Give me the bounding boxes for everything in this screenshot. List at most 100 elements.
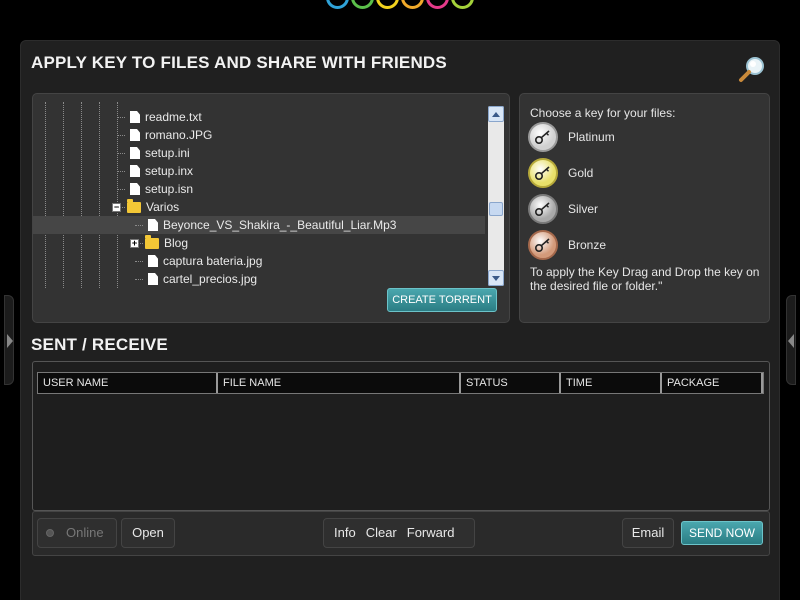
tree-file-row[interactable]: captura bateria.jpg	[33, 252, 485, 270]
file-icon	[130, 129, 140, 141]
tree-branch-line	[117, 153, 125, 154]
file-icon	[130, 111, 140, 123]
email-button[interactable]: Email	[622, 518, 674, 548]
send-now-button[interactable]: SEND NOW	[681, 521, 763, 545]
tree-branch-line	[135, 225, 143, 226]
key-label: Platinum	[568, 130, 615, 144]
tree-item-label: captura bateria.jpg	[163, 254, 263, 268]
tree-item-label: Beyonce_VS_Shakira_-_Beautiful_Liar.Mp3	[163, 218, 397, 232]
open-button[interactable]: Open	[121, 518, 175, 548]
column-user-name[interactable]: USER NAME	[38, 373, 218, 393]
tree-file-row[interactable]: setup.inx	[33, 162, 485, 180]
tree-item-label: setup.isn	[145, 182, 194, 196]
file-icon	[148, 255, 158, 267]
tree-branch-line	[117, 117, 125, 118]
arrow-down-icon	[492, 275, 500, 281]
key-label: Silver	[568, 202, 599, 216]
tree-branch-line	[117, 207, 125, 208]
arrow-right-icon	[788, 334, 794, 348]
logo-ring-icon	[401, 0, 424, 9]
actions-bar: Online Open Info Clear Forward Email SEN…	[32, 511, 770, 556]
arrow-up-icon	[492, 111, 500, 117]
create-torrent-button[interactable]: CREATE TORRENT	[387, 288, 497, 312]
scroll-down-button[interactable]	[488, 270, 504, 286]
key-silver[interactable]: Silver	[528, 194, 728, 224]
key-icon	[528, 230, 558, 260]
main-panel: APPLY KEY TO FILES AND SHARE WITH FRIEND…	[20, 40, 780, 600]
key-platinum[interactable]: Platinum	[528, 122, 728, 152]
file-icon	[130, 165, 140, 177]
tree-folder-row[interactable]: + Blog	[33, 234, 485, 252]
logo-ring-icon	[326, 0, 349, 9]
tree-item-label: setup.ini	[145, 146, 190, 160]
clear-button[interactable]: Clear	[361, 519, 402, 547]
tree-branch-line	[135, 279, 143, 280]
scroll-thumb[interactable]	[489, 202, 503, 216]
tree-folder-row[interactable]: − Varios	[33, 198, 485, 216]
column-status[interactable]: STATUS	[461, 373, 561, 393]
app-logo	[326, 0, 474, 9]
key-label: Gold	[568, 166, 594, 180]
tree-scrollbar[interactable]	[488, 106, 504, 286]
tree-item-label: readme.txt	[145, 110, 202, 124]
key-chooser-panel: Choose a key for your files: Platinum Gol…	[519, 93, 770, 323]
email-label: Email	[631, 525, 665, 540]
tree-file-row[interactable]: setup.ini	[33, 144, 485, 162]
key-icon	[528, 122, 558, 152]
folder-icon	[145, 234, 159, 249]
transfers-table: USER NAME FILE NAME STATUS TIME PACKAGE	[32, 361, 770, 511]
sent-receive-title: SENT / RECEIVE	[31, 335, 168, 354]
logo-ring-icon	[451, 0, 474, 9]
key-icon	[528, 194, 558, 224]
key-icon	[528, 158, 558, 188]
key-help-text: To apply the Key Drag and Drop the key o…	[530, 265, 760, 293]
column-time[interactable]: TIME	[561, 373, 662, 393]
logo-ring-icon	[426, 0, 449, 9]
key-gold[interactable]: Gold	[528, 158, 728, 188]
file-icon	[148, 219, 158, 231]
status-dot-icon	[46, 529, 54, 537]
tree-file-row[interactable]: setup.isn	[33, 180, 485, 198]
tree-file-row[interactable]: romano.JPG	[33, 126, 485, 144]
file-icon	[130, 183, 140, 195]
table-header: USER NAME FILE NAME STATUS TIME PACKAGE	[37, 372, 764, 394]
logo-ring-icon	[351, 0, 374, 9]
tree-file-row[interactable]: Beyonce_VS_Shakira_-_Beautiful_Liar.Mp3	[33, 216, 485, 234]
arrow-left-icon	[7, 334, 13, 348]
tree-branch-line	[135, 261, 143, 262]
left-panel-handle[interactable]	[4, 295, 14, 385]
tree-branch-line	[117, 135, 125, 136]
tree-file-row[interactable]: readme.txt	[33, 108, 485, 126]
tree-item-label: setup.inx	[145, 164, 194, 178]
right-panel-handle[interactable]	[786, 295, 796, 385]
tree-item-label: Blog	[164, 236, 189, 250]
logo-ring-icon	[376, 0, 399, 9]
key-bronze[interactable]: Bronze	[528, 230, 728, 260]
column-package[interactable]: PACKAGE	[662, 373, 763, 393]
tree-branch-line	[117, 171, 125, 172]
info-clear-forward-group: Info Clear Forward	[323, 518, 475, 548]
column-file-name[interactable]: FILE NAME	[218, 373, 461, 393]
file-icon	[148, 273, 158, 285]
magnifier-icon	[739, 57, 764, 82]
key-chooser-title: Choose a key for your files:	[530, 106, 676, 120]
search-button[interactable]	[737, 55, 767, 83]
tree-branch-line	[135, 243, 143, 244]
file-tree-panel: readme.txt romano.JPG setup.ini setup.inx se…	[32, 93, 510, 323]
file-tree: readme.txt romano.JPG setup.ini setup.inx se…	[33, 102, 485, 288]
tree-file-row[interactable]: cartel_precios.jpg	[33, 270, 485, 288]
info-button[interactable]: Info	[324, 519, 361, 547]
tree-item-label: cartel_precios.jpg	[163, 272, 258, 286]
scroll-up-button[interactable]	[488, 106, 504, 122]
online-toggle[interactable]: Online	[37, 518, 117, 548]
file-icon	[130, 147, 140, 159]
folder-icon	[127, 198, 141, 213]
forward-button[interactable]: Forward	[402, 519, 460, 547]
online-label: Online	[66, 525, 104, 540]
tree-item-label: romano.JPG	[145, 128, 213, 142]
tree-item-label: Varios	[146, 200, 180, 214]
key-label: Bronze	[568, 238, 607, 252]
tree-branch-line	[117, 189, 125, 190]
apply-key-title: APPLY KEY TO FILES AND SHARE WITH FRIEND…	[31, 53, 447, 72]
open-label: Open	[132, 525, 164, 540]
